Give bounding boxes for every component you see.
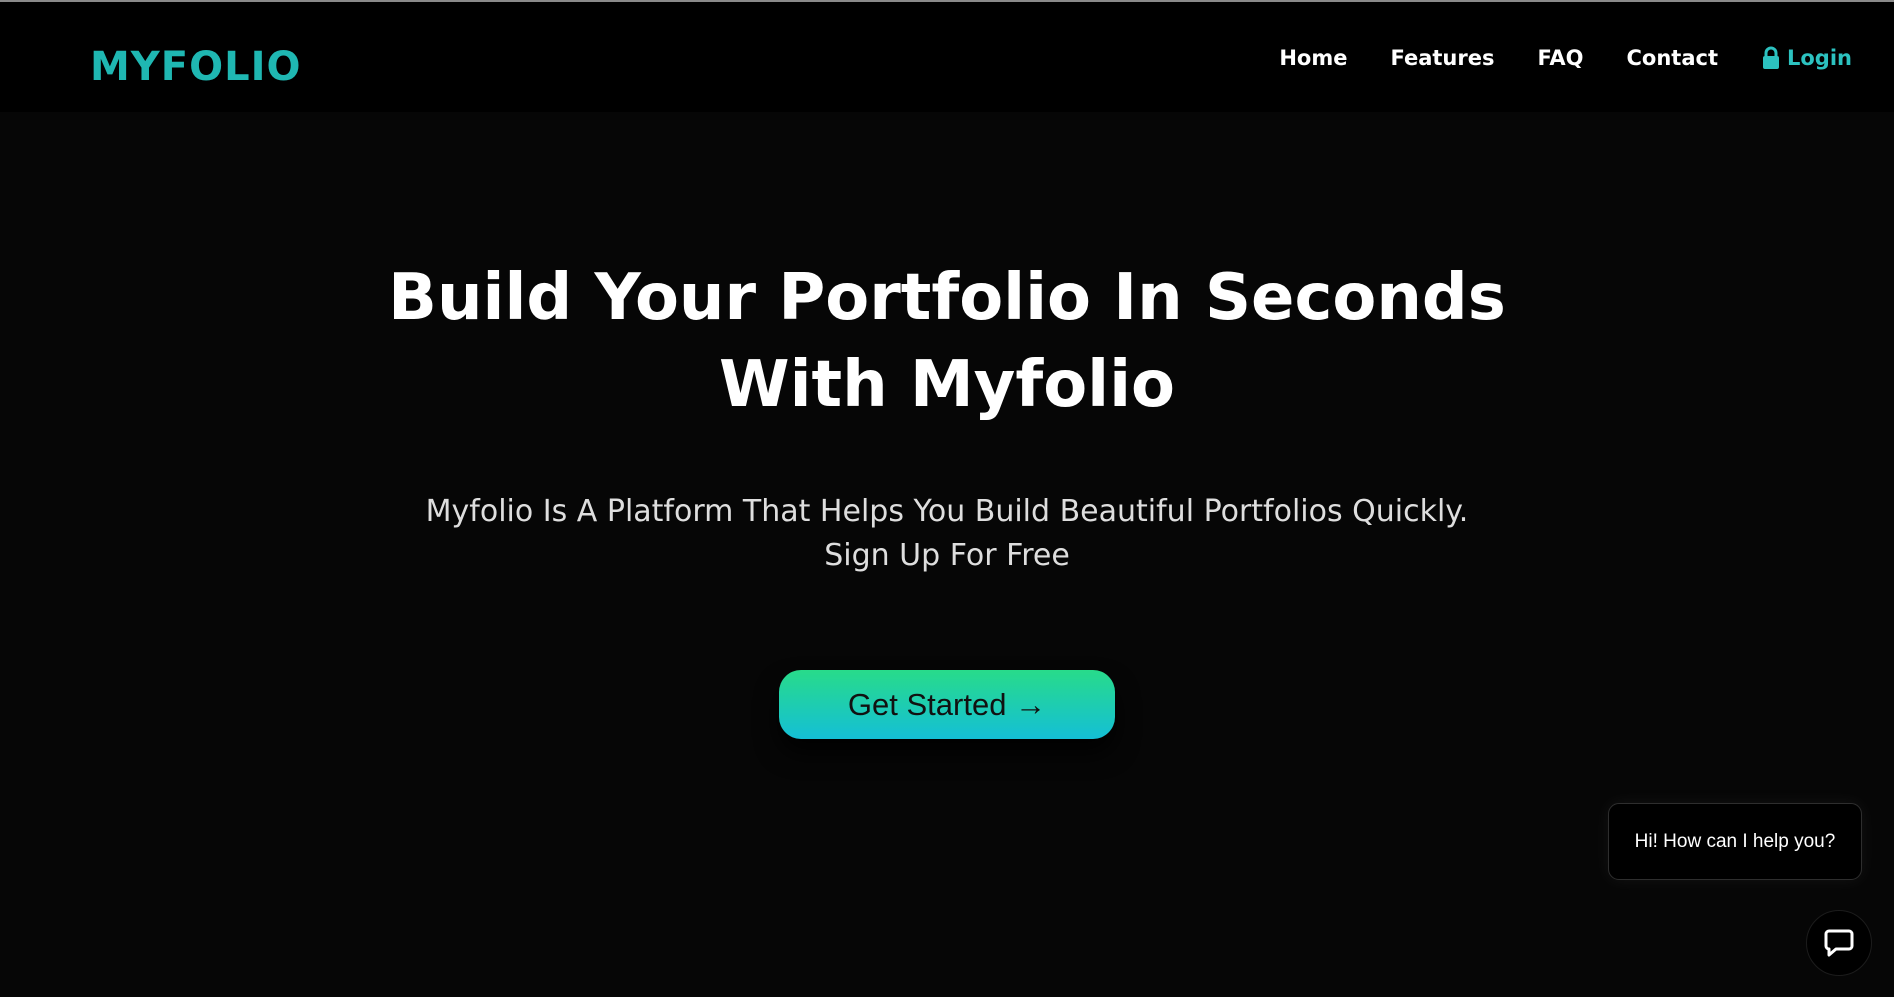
get-started-button[interactable]: Get Started → [779,670,1115,739]
nav-link-features[interactable]: Features [1390,46,1494,70]
navbar: MYFOLIO Home Features FAQ Contact Login [0,2,1894,112]
page: MYFOLIO Home Features FAQ Contact Login … [0,0,1894,997]
login-label: Login [1787,46,1852,70]
hero-title-line-1: Build Your Portfolio In Seconds [388,261,1506,335]
brand-logo[interactable]: MYFOLIO [90,44,301,90]
hero-subtitle-line-2: Sign Up For Free [824,538,1070,573]
hero-title-line-2: With Myfolio [718,348,1176,422]
chat-icon [1824,929,1854,957]
login-link[interactable]: Login [1761,46,1852,70]
nav-menu: Home Features FAQ Contact Login [1236,46,1852,70]
lock-icon [1763,46,1779,69]
chat-greeting-bubble: Hi! How can I help you? [1608,803,1862,880]
hero-subtitle-line-1: Myfolio Is A Platform That Helps You Bui… [425,494,1469,529]
hero-title: Build Your Portfolio In Seconds With Myf… [0,255,1894,429]
nav-link-contact[interactable]: Contact [1627,46,1719,70]
nav-link-home[interactable]: Home [1279,46,1347,70]
hero-subtitle: Myfolio Is A Platform That Helps You Bui… [0,490,1894,578]
nav-link-faq[interactable]: FAQ [1537,46,1583,70]
chat-open-button[interactable] [1806,910,1872,976]
chat-greeting-text: Hi! How can I help you? [1634,830,1836,852]
